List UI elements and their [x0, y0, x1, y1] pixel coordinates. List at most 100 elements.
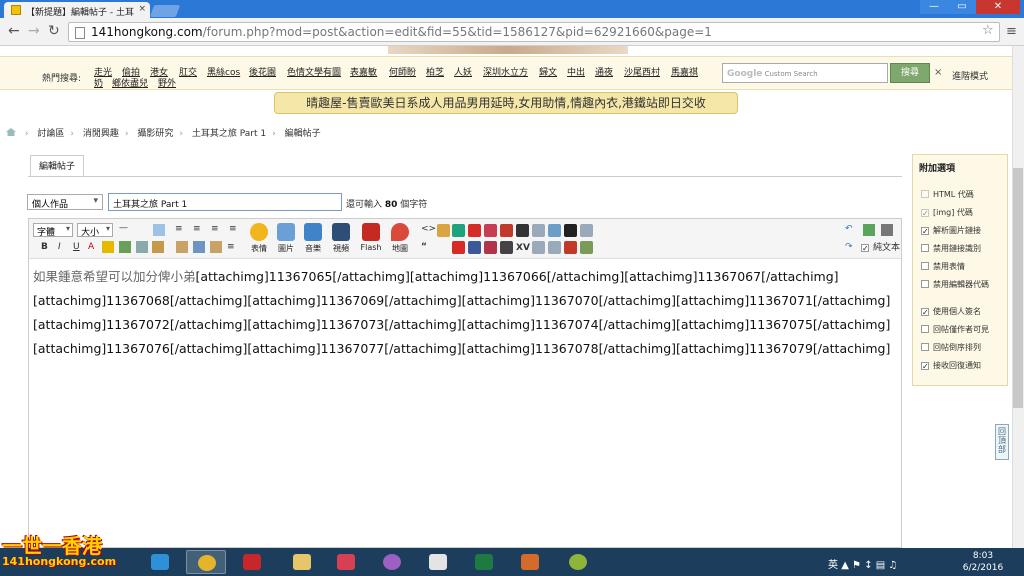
bookmark-star-icon[interactable]: ☆ [982, 23, 994, 38]
font-select[interactable]: 字體 [33, 223, 73, 238]
media-site-icon[interactable] [548, 224, 561, 237]
underline-icon[interactable]: U [73, 241, 80, 253]
hot-link[interactable]: 肛交 [179, 65, 197, 78]
option-disable-link-detect[interactable]: 禁用鏈接識別 [921, 243, 981, 254]
media-site-icon[interactable] [564, 224, 577, 237]
option-checkbox[interactable] [921, 244, 929, 252]
plaintext-toggle[interactable]: 純文本 [861, 242, 900, 254]
flash-button[interactable]: Flash [356, 223, 386, 252]
video-button[interactable]: 視頻 [329, 223, 353, 254]
hot-link[interactable]: 野外 [158, 76, 176, 89]
tab-close-icon[interactable]: × [138, 4, 146, 14]
language-indicator[interactable]: 英 [828, 560, 838, 571]
window-minimize-button[interactable]: — [920, 0, 948, 14]
taskbar-app[interactable] [510, 550, 550, 574]
taskbar-app[interactable] [558, 550, 598, 574]
tray-icons[interactable]: ▲ ⚑ ↕ ▤ ♫ [841, 560, 897, 571]
align-justify-icon[interactable]: ≡ [229, 223, 237, 235]
media-site-icon[interactable] [532, 241, 545, 254]
quote-icon[interactable]: “ [421, 241, 427, 253]
plaintext-checkbox[interactable] [861, 244, 869, 252]
subject-input[interactable]: 土耳其之旅 Part 1 [108, 193, 342, 211]
media-site-icon[interactable] [580, 241, 593, 254]
hot-link[interactable]: 色情文學有圖 [287, 65, 341, 78]
youku-icon[interactable] [500, 224, 513, 237]
undo-icon[interactable]: ↶ [845, 223, 853, 235]
option-checkbox[interactable] [921, 308, 929, 316]
horizontal-rule-icon[interactable]: — [119, 222, 128, 234]
media-site-icon[interactable] [500, 241, 513, 254]
hot-link[interactable]: 後花園 [249, 65, 276, 78]
music-button[interactable]: 音樂 [301, 223, 325, 254]
youtube-icon[interactable] [452, 241, 465, 254]
window-maximize-button[interactable]: ▭ [948, 0, 976, 14]
tab-edit-post[interactable]: 編輯帖子 [30, 155, 84, 177]
option-parse-image-links[interactable]: 解析圖片鏈接 [921, 225, 981, 236]
back-to-top-button[interactable]: 回頂部 [995, 424, 1009, 460]
hot-link[interactable]: 沙尾西村 [624, 65, 660, 78]
option-checkbox[interactable] [921, 280, 929, 288]
clear-search-icon[interactable]: × [934, 67, 942, 78]
option-reply-author-only[interactable]: 回帖僅作者可見 [921, 324, 989, 335]
back-arrow-icon[interactable]: ← [8, 23, 20, 39]
hot-link[interactable]: 表嘉敏 [350, 65, 377, 78]
option-checkbox[interactable] [921, 227, 929, 235]
taskbar-app[interactable] [418, 550, 458, 574]
float-left-icon[interactable] [176, 241, 188, 253]
taskbar-app[interactable] [326, 550, 366, 574]
taskbar-excel[interactable] [464, 550, 504, 574]
advanced-mode-link[interactable]: 進階模式 [952, 69, 988, 82]
media-site-icon[interactable] [484, 241, 497, 254]
hot-link[interactable]: 何師盼 [389, 65, 416, 78]
redo-icon[interactable]: ↷ [845, 241, 853, 253]
window-close-button[interactable]: ✕ [976, 0, 1020, 14]
search-button[interactable]: 搜尋 [890, 63, 930, 83]
media-site-icon[interactable] [452, 224, 465, 237]
unordered-list-icon[interactable]: ≡ [227, 241, 235, 253]
map-button[interactable]: 地圖 [387, 223, 413, 254]
unlink-icon[interactable] [136, 241, 148, 253]
taskbar-ie[interactable] [140, 550, 180, 574]
media-site-icon[interactable] [580, 224, 593, 237]
option-disable-emoticons[interactable]: 禁用表情 [921, 261, 965, 272]
size-select[interactable]: 大小 [77, 223, 113, 238]
option-img-code[interactable]: [img] 代碼 [921, 207, 973, 218]
emoticon-button[interactable]: 表情 [247, 223, 271, 254]
promo-banner[interactable]: 晴趣屋-售賣歐美日系成人用品男用延時,女用助情,情趣內衣,港鐵站即日交收 [274, 92, 738, 114]
address-bar[interactable]: 141hongkong.com/forum.php?mod=post&actio… [68, 22, 1000, 42]
reload-icon[interactable]: ↻ [48, 23, 60, 39]
taskbar-media[interactable] [372, 550, 412, 574]
bold-icon[interactable]: B [41, 241, 48, 253]
image-button[interactable]: 圖片 [274, 223, 298, 254]
media-site-icon[interactable] [564, 241, 577, 254]
hot-link[interactable]: 鄉依盡兒 [112, 76, 148, 89]
option-disable-editor-code[interactable]: 禁用編輯器代碼 [921, 279, 989, 290]
option-use-signature[interactable]: 使用個人簽名 [921, 306, 981, 317]
highlight-icon[interactable] [102, 241, 114, 253]
google-search-input[interactable]: Google Custom Search [722, 63, 888, 83]
layout-icon[interactable] [881, 224, 893, 236]
porn-site-icon[interactable] [516, 224, 529, 237]
hot-link[interactable]: 歸文 [539, 65, 557, 78]
forward-arrow-icon[interactable]: → [28, 23, 40, 39]
category-select[interactable]: 個人作品 [27, 194, 103, 210]
link-icon[interactable] [119, 241, 131, 253]
media-site-icon[interactable] [548, 241, 561, 254]
italic-icon[interactable]: I [58, 241, 61, 253]
hot-link[interactable]: 中出 [567, 65, 585, 78]
option-reply-notification[interactable]: 接收回復通知 [921, 360, 981, 371]
home-icon[interactable] [6, 128, 16, 136]
facebook-icon[interactable] [468, 241, 481, 254]
scrollbar-thumb[interactable] [1013, 168, 1023, 408]
align-right-icon[interactable]: ≡ [211, 223, 219, 235]
post-body-textarea[interactable]: 如果鍾意希望可以加分俾小弟[attachimg]11367065[/attach… [33, 265, 899, 361]
browser-tab[interactable]: 【新提題】編輯帖子 - 土耳 × [4, 2, 150, 18]
option-checkbox[interactable] [921, 190, 929, 198]
taskbar-app[interactable] [232, 550, 272, 574]
option-reply-reverse-order[interactable]: 回帖倒序排列 [921, 342, 981, 353]
code-icon[interactable]: <> [421, 223, 436, 235]
hot-link[interactable]: 人妖 [454, 65, 472, 78]
taskbar-clock[interactable]: 8:03 6/2/2016 [960, 550, 1006, 574]
breadcrumb-item[interactable]: 討論區 [37, 129, 64, 139]
breadcrumb-item[interactable]: 土耳其之旅 Part 1 [192, 129, 266, 139]
